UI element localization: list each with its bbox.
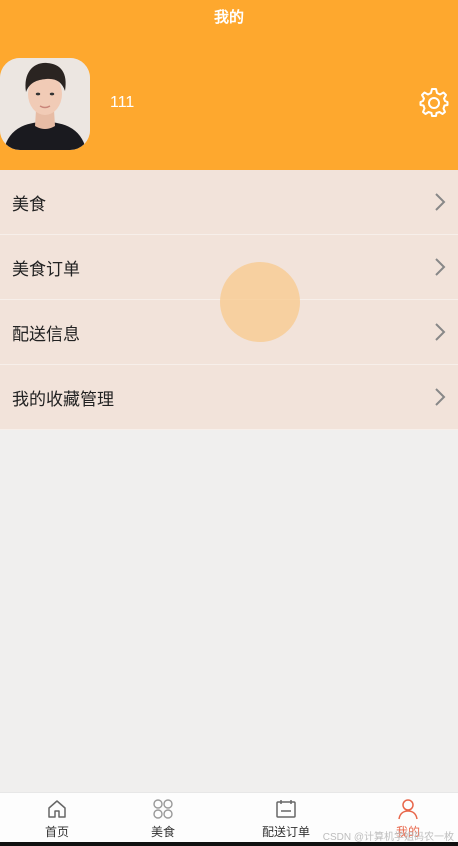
menu-item-favorites[interactable]: 我的收藏管理 [0,365,458,430]
settings-gear-icon[interactable] [418,86,450,118]
home-icon [48,800,66,818]
menu-item-label: 配送信息 [12,325,80,345]
person-icon [398,799,418,820]
menu-item-label: 美食订单 [12,260,80,280]
tab-label: 美食 [150,825,175,839]
tab-label: 首页 [44,825,69,839]
tab-home[interactable]: 首页 [0,793,114,843]
menu-list: 美食 美食订单 配送信息 我的收藏管理 [0,170,458,430]
profile-header: 我的 111 [0,0,458,170]
chevron-right-icon [435,388,446,406]
menu-item-label: 我的收藏管理 [12,390,114,410]
chevron-right-icon [435,258,446,276]
grid-icon [153,799,173,819]
username: 111 [110,94,135,111]
menu-item-label: 美食 [12,195,46,215]
avatar[interactable] [0,58,90,150]
chevron-right-icon [435,193,446,211]
menu-item-food[interactable]: 美食 [0,170,458,235]
watermark: CSDN @计算机学姐码农一枚 [322,832,454,843]
menu-item-food-orders[interactable]: 美食订单 [0,235,458,300]
chevron-right-icon [435,323,446,341]
bottom-edge [0,842,458,846]
page-title: 我的 [213,8,244,26]
tab-food[interactable]: 美食 [106,793,220,843]
menu-item-delivery-info[interactable]: 配送信息 [0,300,458,365]
calendar-icon [276,800,296,818]
